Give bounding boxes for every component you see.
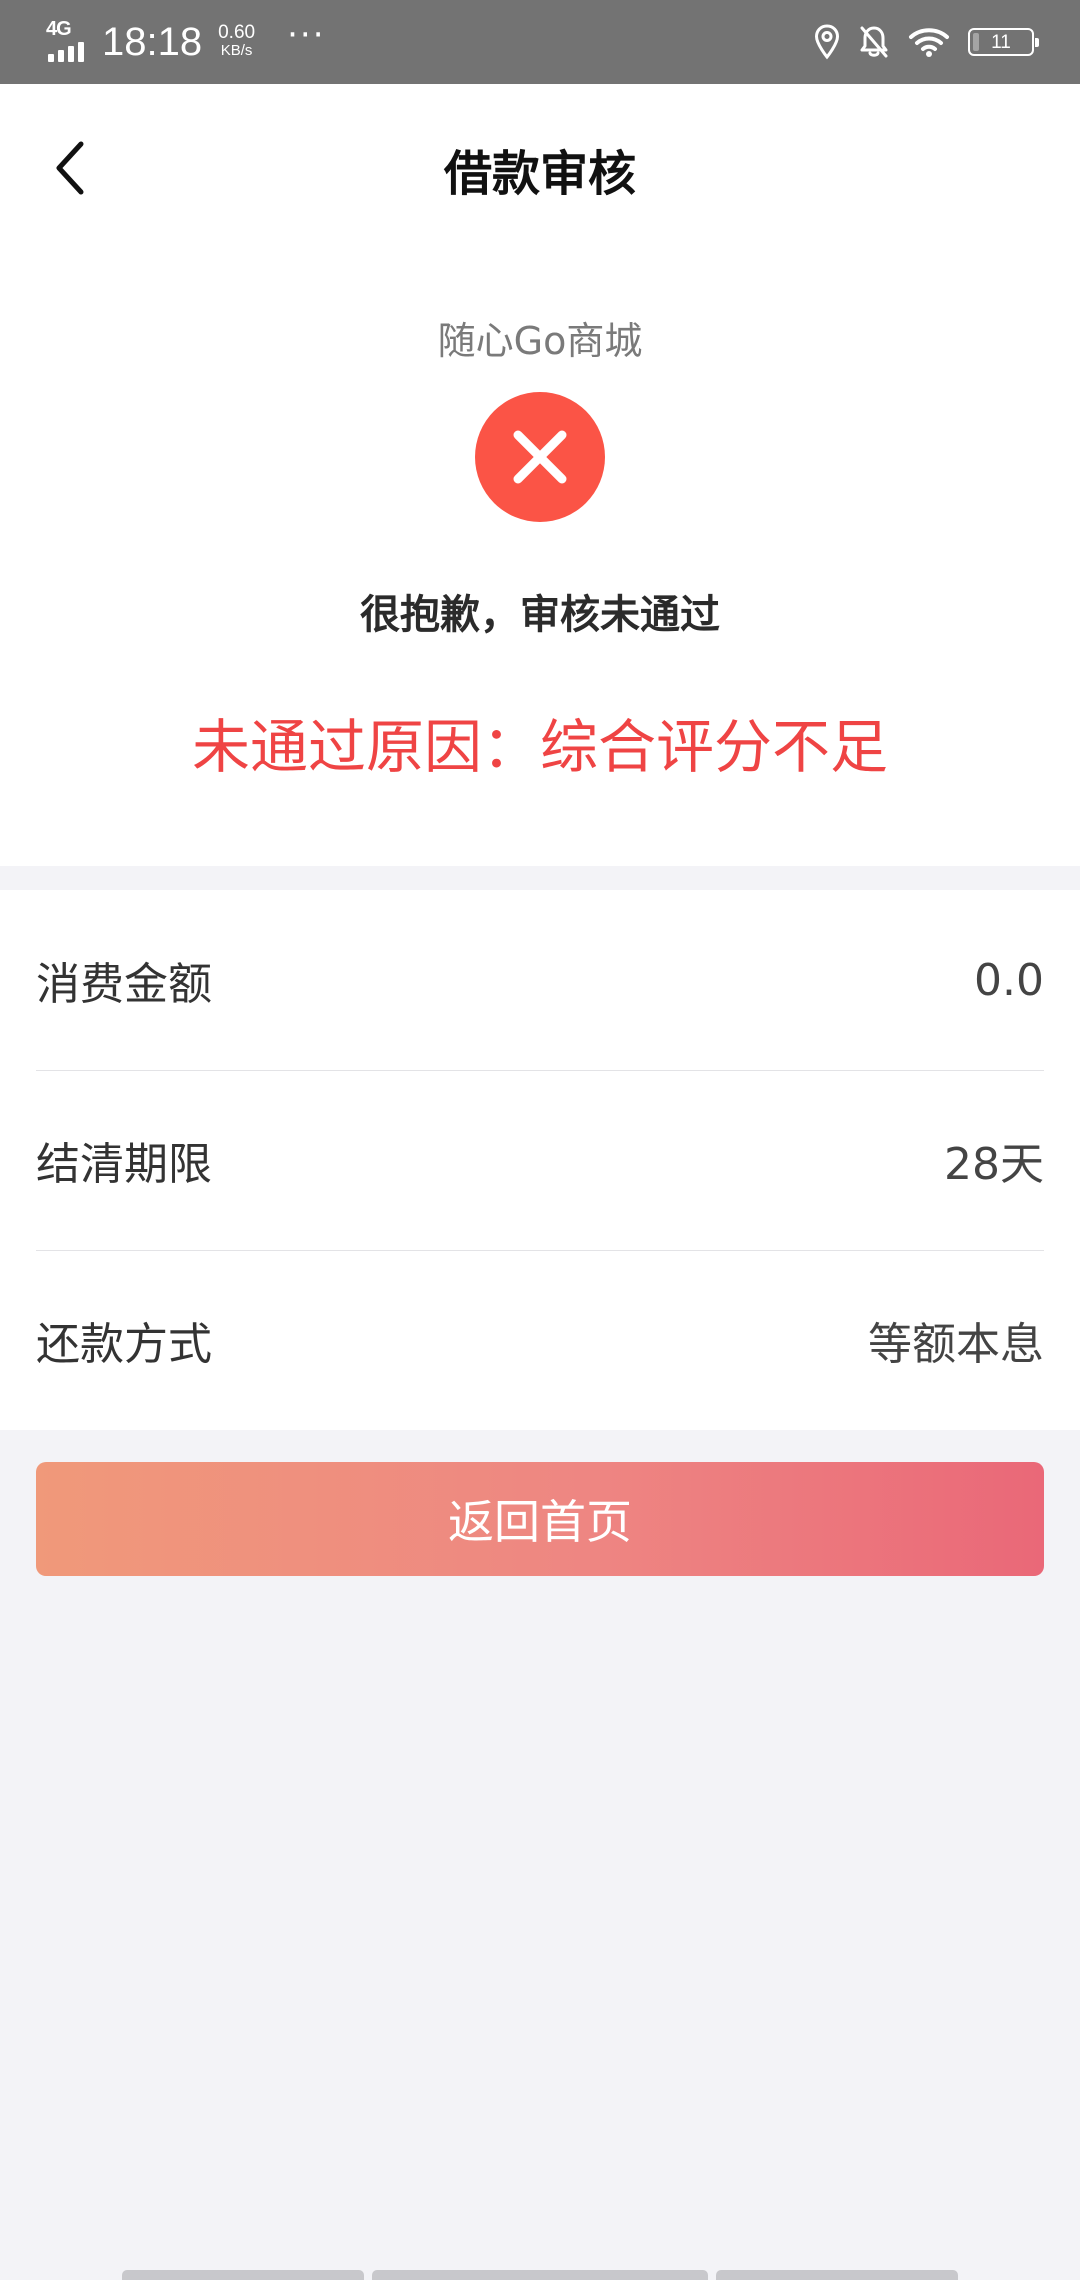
detail-label: 结清期限 xyxy=(36,1139,212,1190)
gesture-bar-center[interactable] xyxy=(372,2270,708,2280)
network-speed-unit: KB/s xyxy=(220,42,253,59)
merchant-name: 随心Go商城 xyxy=(437,319,643,363)
detail-row-amount: 消费金额 0.0 xyxy=(0,890,1080,1070)
signal-icon: 4G xyxy=(44,18,92,64)
status-bar-right: 11 xyxy=(814,0,1039,84)
status-bar: 4G 18:18 0.60 KB/s ··· 11 xyxy=(0,0,1080,84)
detail-value: 等额本息 xyxy=(868,1319,1044,1370)
nav-bar: 借款审核 xyxy=(0,84,1080,252)
gesture-bar-right[interactable] xyxy=(716,2270,958,2280)
gesture-bar-left[interactable] xyxy=(122,2270,364,2280)
close-icon xyxy=(513,430,567,484)
location-icon xyxy=(814,24,840,60)
network-speed: 0.60 KB/s xyxy=(218,22,256,60)
detail-value: 28天 xyxy=(944,1139,1044,1190)
detail-row-repayment: 还款方式 等额本息 xyxy=(0,1250,1080,1430)
status-bar-left: 4G 18:18 0.60 KB/s ··· xyxy=(44,0,326,84)
result-panel: 随心Go商城 很抱歉，审核未通过 未通过原因：综合评分不足 xyxy=(0,252,1080,866)
details-list: 消费金额 0.0 结清期限 28天 还款方式 等额本息 xyxy=(0,890,1080,1430)
detail-value: 0.0 xyxy=(974,954,1044,1006)
network-speed-value: 0.60 xyxy=(218,22,256,43)
fail-reason: 未通过原因：综合评分不足 xyxy=(191,713,888,781)
result-title: 很抱歉，审核未通过 xyxy=(360,592,720,638)
battery-icon: 11 xyxy=(968,28,1039,56)
detail-row-term: 结清期限 28天 xyxy=(0,1070,1080,1250)
return-home-button[interactable]: 返回首页 xyxy=(36,1462,1044,1576)
detail-label: 还款方式 xyxy=(36,1319,212,1370)
close-circle-icon xyxy=(475,392,605,522)
bell-off-icon xyxy=(860,26,888,58)
network-type: 4G xyxy=(46,18,72,40)
status-time: 18:18 xyxy=(102,19,203,64)
detail-label: 消费金额 xyxy=(36,959,212,1010)
more-notifications-icon: ··· xyxy=(287,15,326,55)
wifi-icon xyxy=(909,28,949,57)
battery-fill xyxy=(973,33,979,51)
battery-level: 11 xyxy=(991,31,1011,53)
page-title: 借款审核 xyxy=(443,146,636,202)
